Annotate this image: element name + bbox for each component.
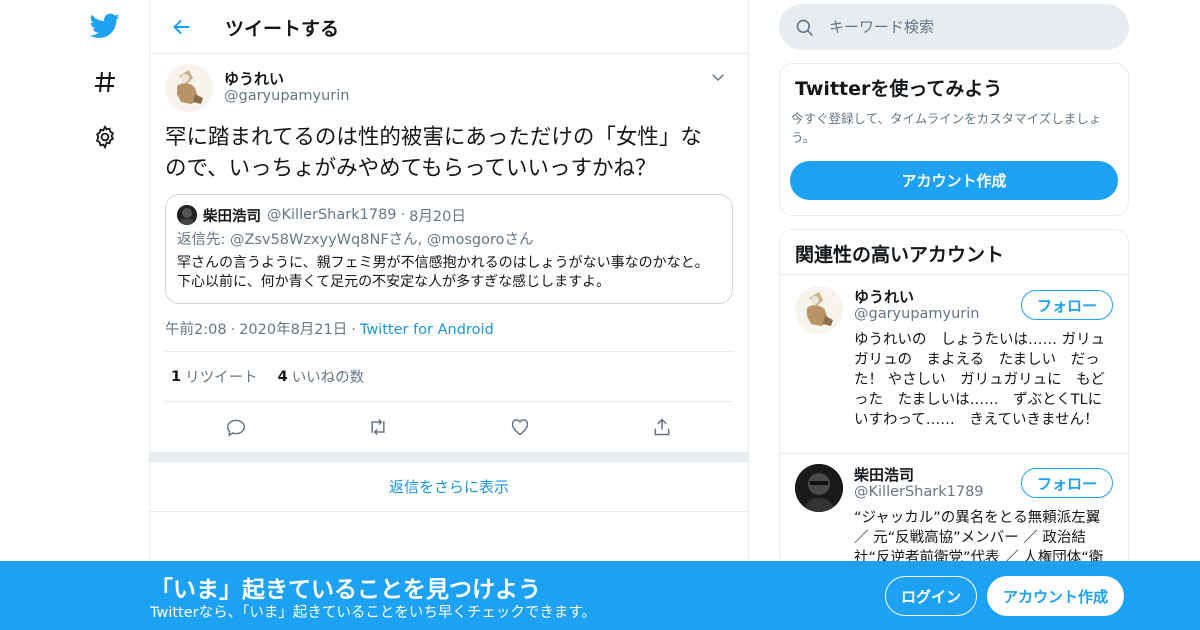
tweet-source-link[interactable]: Twitter for Android [360,322,494,338]
separator-dot: · [400,207,406,223]
signup-card: Twitterを使ってみよう 今すぐ登録して、タイムラインをカスタマイズしましょ… [779,63,1129,216]
like-count[interactable]: 4 [278,369,288,385]
avatar[interactable] [795,286,843,334]
right-sidebar: Twitterを使ってみよう 今すぐ登録して、タイムラインをカスタマイズしましょ… [779,0,1129,569]
quote-author-name: 柴田浩司 [203,208,261,225]
retweet-label[interactable]: リツイート [185,366,258,387]
gear-icon[interactable] [90,122,120,152]
account-item[interactable]: 柴田浩司 @KillerShark1789 フォロー “ジャッカル”の異名をとる… [780,454,1128,568]
quote-date: 8月20日 [409,208,466,225]
account-name[interactable]: 柴田浩司 [854,464,914,485]
account-bio: “ジャッカル”の異名をとる無頼派左翼 ／ 元“反戦高協”メンバー ／ 政治結社“… [854,510,1104,566]
account-item[interactable]: ゆうれい @garyupamyurin フォロー ゆうれいの しょうたいは…… … [780,276,1128,454]
quote-author-handle: @KillerShark1789 [267,207,397,223]
follow-button[interactable]: フォロー [1021,290,1113,320]
separator-dot: · [230,322,236,338]
account-bio: ゆうれいの しょうたいは…… ガリュガリュの まよえる たましい だった！ やさ… [854,332,1106,428]
account-name[interactable]: ゆうれい [854,286,914,307]
hashtag-icon[interactable] [90,67,120,97]
tweet-author-row: ゆうれい @garyupamyurin [165,54,733,120]
login-button[interactable]: ログイン [885,576,977,616]
section-divider [150,452,748,462]
twitter-bird-icon[interactable] [90,11,120,41]
page-header: ツイートする [150,0,748,54]
related-accounts-card: 関連性の高いアカウント ゆうれい @garyupamyurin フォロー ゆうれ… [779,229,1129,569]
tweet-actions [165,402,733,452]
tweet-counts: 1 リツイート 4 いいねの数 [165,352,733,402]
account-handle[interactable]: @garyupamyurin [854,306,980,322]
back-arrow-icon[interactable] [168,13,196,41]
banner-title: 「いま」起きていることを見つけよう [150,577,541,603]
retweet-count[interactable]: 1 [171,369,181,385]
search-box [779,4,1129,50]
retweet-icon[interactable] [366,415,390,439]
tweet-meta: 午前2:08 · 2020年8月21日 · Twitter for Android [165,318,733,352]
quote-header: 柴田浩司 @KillerShark1789 · 8月20日 [177,204,721,226]
signup-banner: 「いま」起きていることを見つけよう Twitterなら、「いま」起きていることを… [0,561,1200,630]
signup-button[interactable]: アカウント作成 [987,576,1124,616]
avatar[interactable] [165,64,213,112]
banner-subtitle: Twitterなら、「いま」起きていることをいち早くチェックできます。 [150,605,596,621]
chevron-down-icon[interactable] [709,68,727,86]
reply-icon[interactable] [224,415,248,439]
create-account-button[interactable]: アカウント作成 [790,161,1118,200]
search-input[interactable] [829,4,1109,50]
follow-button[interactable]: フォロー [1021,468,1113,498]
signup-card-text: 今すぐ登録して、タイムラインをカスタマイズしましょう。 [791,111,1102,145]
separator-dot: · [351,322,356,338]
main-column: ツイートする ゆうれい @garyupamyurin 罕に踏まれてるのは性的被害… [149,0,749,630]
search-icon [795,18,815,38]
tweet-date[interactable]: 2020年8月21日 [239,322,347,338]
tweet: ゆうれい @garyupamyurin 罕に踏まれてるのは性的被害にあっただけの… [150,54,748,452]
author-handle[interactable]: @garyupamyurin [224,88,350,104]
related-accounts-title: 関連性の高いアカウント [780,230,1128,275]
heart-icon[interactable] [508,415,532,439]
avatar [177,205,197,225]
quote-text: 罕さんの言うように、親フェミ男が不信感抱かれるのはしょうがない事なのかなと。下心… [177,255,709,290]
left-nav [80,0,130,630]
show-more-replies-link[interactable]: 返信をさらに表示 [150,462,748,512]
page-title: ツイートする [225,18,340,40]
tweet-text: 罕に踏まれてるのは性的被害にあっただけの「女性」なので、いっちょがみやめてもらっ… [165,125,702,181]
share-icon[interactable] [650,415,674,439]
like-label[interactable]: いいねの数 [292,366,365,387]
signup-card-title: Twitterを使ってみよう [795,78,1003,100]
avatar[interactable] [795,464,843,512]
tweet-time[interactable]: 午前2:08 [165,322,227,338]
author-name[interactable]: ゆうれい [224,68,284,89]
quoted-tweet[interactable]: 柴田浩司 @KillerShark1789 · 8月20日 返信先: @Zsv5… [165,194,733,304]
account-handle[interactable]: @KillerShark1789 [854,484,984,500]
quote-reply-to: 返信先: @Zsv58WzxyyWq8NFさん, @mosgoroさん [177,232,534,248]
